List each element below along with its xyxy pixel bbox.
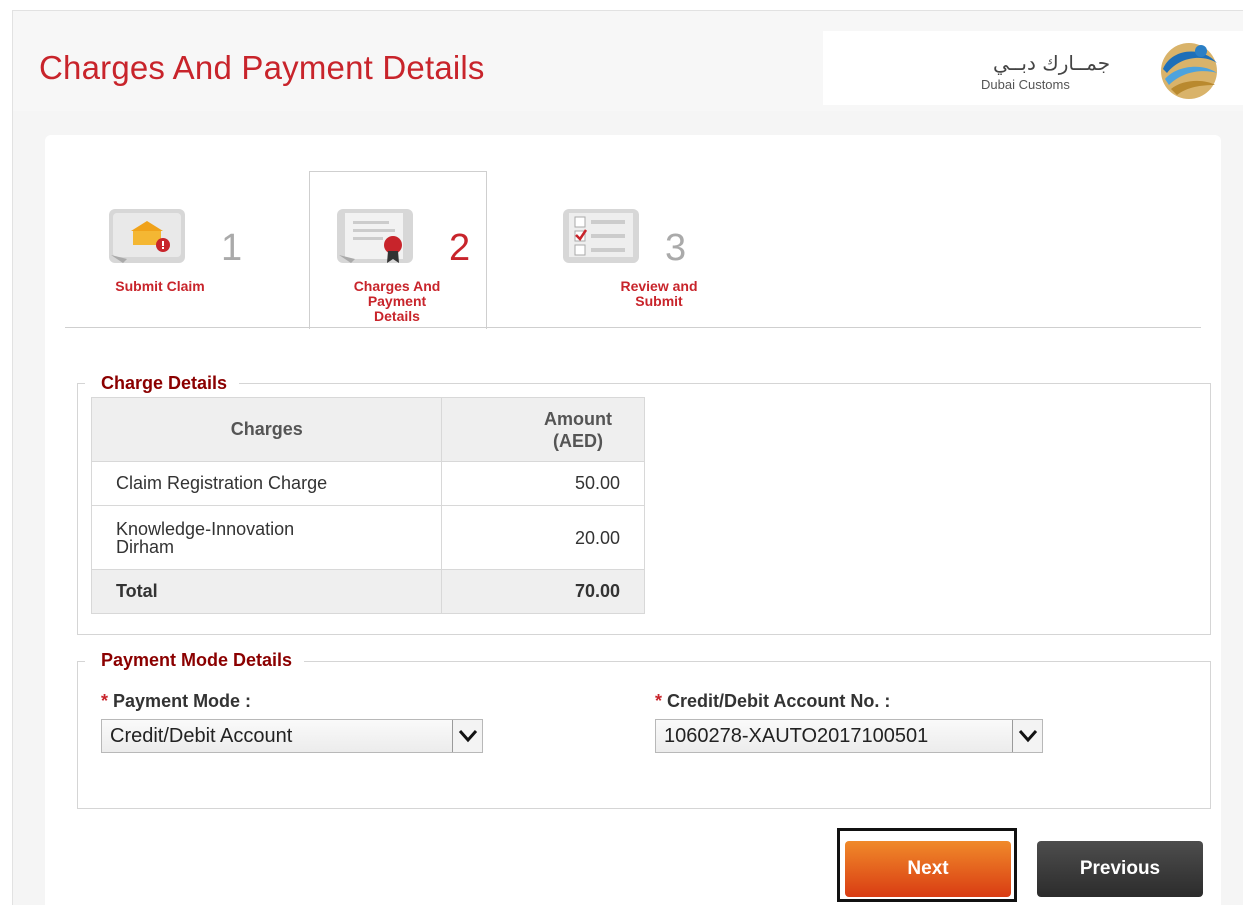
main-panel: 1 Submit Claim 2 Charges And Payment Det… — [45, 135, 1221, 906]
required-marker: * — [101, 691, 109, 711]
charge-details-legend: Charge Details — [85, 373, 240, 394]
charges-table: Charges Amount (AED) Claim Registration … — [90, 397, 645, 614]
next-button[interactable]: Next — [845, 841, 1011, 897]
charge-name-cell: Knowledge-Innovation Dirham — [90, 505, 443, 570]
payment-mode-select[interactable]: Credit/Debit Account — [101, 719, 483, 753]
account-no-value: 1060278-XAUTO2017100501 — [664, 725, 929, 747]
page-header: Charges And Payment Details جمــارك دبــ… — [13, 11, 1243, 111]
submit-claim-icon — [109, 209, 185, 263]
required-marker: * — [655, 691, 663, 711]
logo-english-text: Dubai Customs — [981, 77, 1070, 92]
table-row: Knowledge-Innovation Dirham 20.00 — [90, 505, 645, 570]
total-amount-cell: 70.00 — [441, 569, 645, 614]
table-header-row: Charges Amount (AED) — [90, 397, 645, 462]
certificate-icon — [337, 209, 413, 263]
step-number: 1 — [221, 227, 243, 269]
table-row: Claim Registration Charge 50.00 — [90, 461, 645, 506]
checklist-icon — [563, 209, 639, 263]
step-label: Submit Claim — [115, 278, 205, 294]
step-label: Charges And Payment Details — [353, 278, 441, 324]
amount-column-header: Amount (AED) — [441, 397, 645, 462]
step-label: Review and Submit — [620, 278, 698, 309]
step-number: 2 — [449, 227, 471, 269]
charge-name-cell: Claim Registration Charge — [90, 461, 443, 506]
page-title: Charges And Payment Details — [39, 49, 485, 86]
previous-button[interactable]: Previous — [1037, 841, 1203, 897]
account-no-label: * Credit/Debit Account No. : — [655, 691, 891, 711]
charges-column-header: Charges — [90, 397, 443, 462]
logo-arabic-text: جمــارك دبــي — [993, 51, 1111, 75]
dubai-customs-logo: جمــارك دبــي Dubai Customs — [823, 31, 1243, 105]
step-number: 3 — [665, 227, 687, 269]
payment-mode-value: Credit/Debit Account — [110, 725, 293, 747]
table-total-row: Total 70.00 — [90, 569, 645, 614]
steps-divider — [65, 327, 1201, 328]
account-no-select[interactable]: 1060278-XAUTO2017100501 — [655, 719, 1043, 753]
payment-mode-legend: Payment Mode Details — [85, 650, 305, 671]
total-label-cell: Total — [90, 569, 443, 614]
charge-amount-cell: 20.00 — [441, 505, 645, 570]
chevron-down-icon[interactable] — [452, 720, 482, 752]
app-frame: Charges And Payment Details جمــارك دبــ… — [12, 10, 1243, 906]
payment-mode-label: * Payment Mode : — [101, 691, 252, 711]
chevron-down-icon[interactable] — [1012, 720, 1042, 752]
dubai-customs-emblem-icon — [1161, 43, 1217, 99]
charge-amount-cell: 50.00 — [441, 461, 645, 506]
